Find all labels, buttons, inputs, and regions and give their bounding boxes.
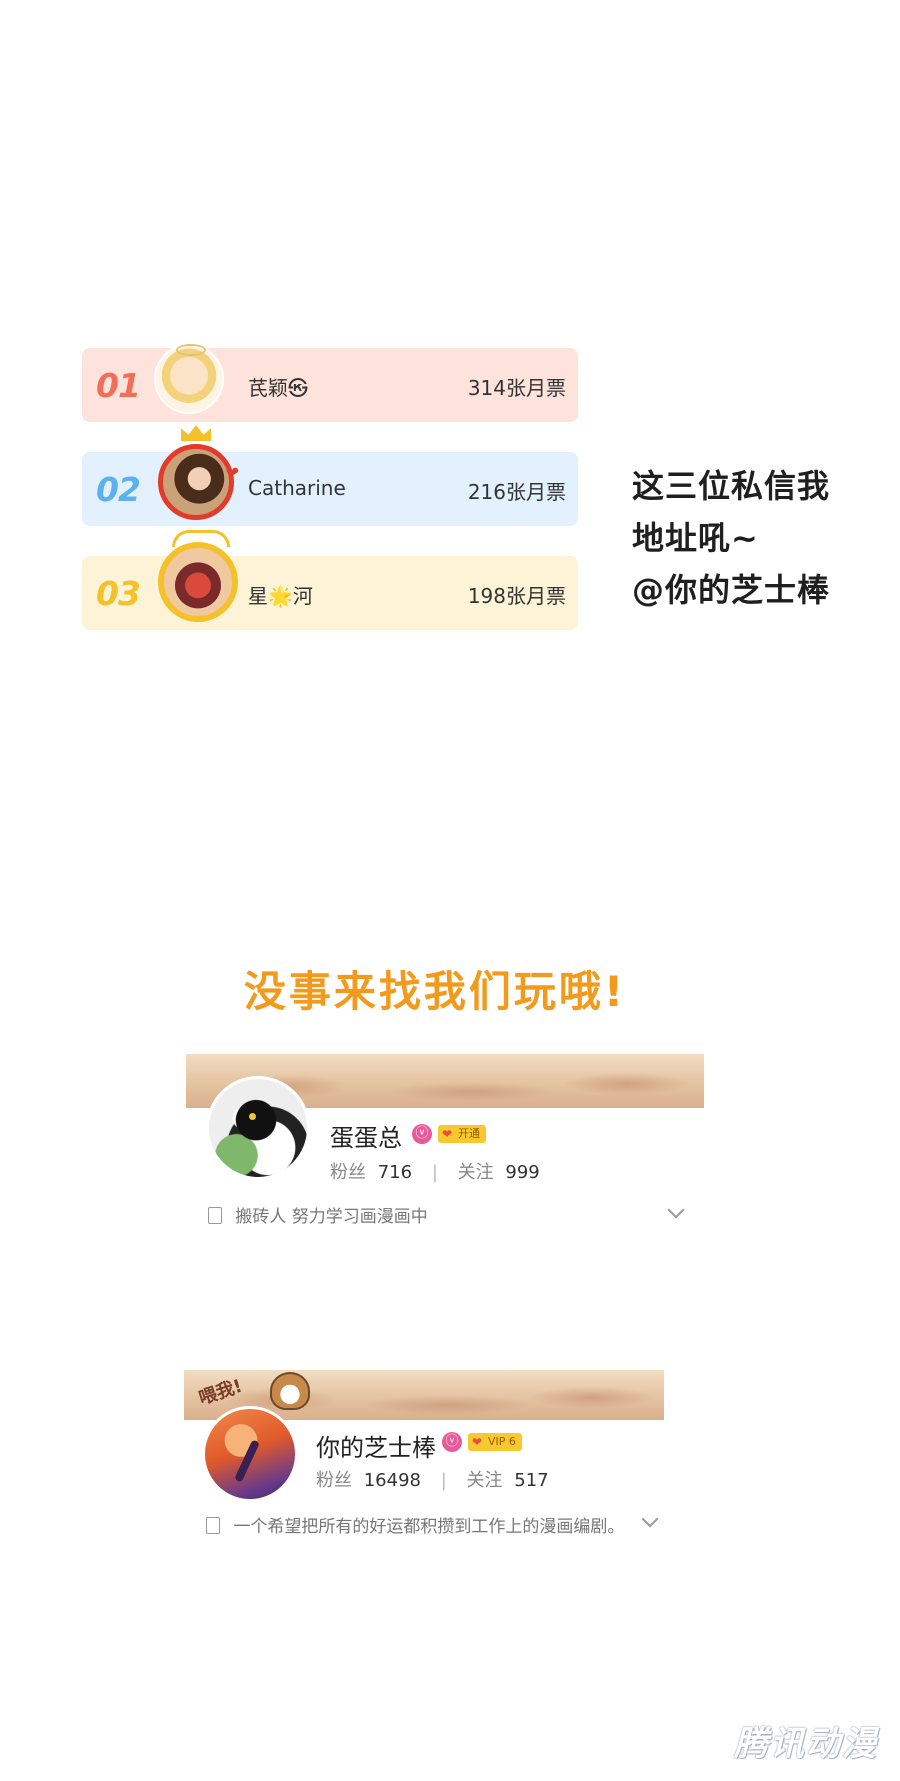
verified-icon: ⓥ — [412, 1124, 432, 1144]
user-stats: 粉丝 716 | 关注 999 — [330, 1158, 540, 1184]
rank-row-2[interactable]: 02 ❤ Catharine 216张月票 — [82, 425, 578, 526]
follow-label: 关注 — [466, 1470, 503, 1491]
follow-count[interactable]: 517 — [514, 1470, 548, 1491]
fans-label: 粉丝 — [316, 1470, 352, 1491]
profile-card-1[interactable]: 蛋蛋总 ⓥ 开通 粉丝 716 | 关注 999 搬砖人 努力学习画漫画中 — [186, 1054, 704, 1234]
fans-label: 粉丝 — [330, 1162, 366, 1183]
follow-label: 关注 — [457, 1162, 494, 1183]
bio-text: 一个希望把所有的好运都积攒到工作上的漫画编剧。 — [233, 1517, 625, 1537]
avatar[interactable]: ❤ — [158, 425, 239, 520]
halo-icon — [176, 344, 206, 356]
document-icon — [208, 1207, 222, 1224]
user-name: 芪颖㉿ — [248, 376, 308, 400]
figure-icon — [234, 1439, 260, 1483]
document-icon — [206, 1517, 220, 1534]
bio-text: 搬砖人 努力学习画漫画中 — [235, 1207, 428, 1227]
chevron-down-icon[interactable] — [641, 1510, 659, 1528]
rank-number: 01 — [96, 366, 141, 405]
profile-card-2[interactable]: 喂我! 你的芝士棒 ⓥ VIP 6 粉丝 16498 | 关注 517 一个希望… — [184, 1370, 664, 1540]
ox-horns-icon — [172, 530, 230, 547]
vip-badge[interactable]: 开通 — [438, 1125, 486, 1143]
vote-count: 198张月票 — [467, 584, 566, 608]
user-bio: 一个希望把所有的好运都积攒到工作上的漫画编剧。 — [206, 1512, 624, 1537]
vote-count: 314张月票 — [467, 376, 566, 400]
divider: | — [440, 1470, 447, 1491]
fans-count[interactable]: 16498 — [364, 1470, 421, 1491]
avatar[interactable] — [154, 344, 224, 414]
chevron-down-icon[interactable] — [667, 1201, 685, 1219]
user-bio: 搬砖人 努力学习画漫画中 — [208, 1202, 428, 1227]
fans-count[interactable]: 716 — [378, 1162, 412, 1183]
avatar[interactable] — [206, 1076, 310, 1180]
dog-icon — [270, 1372, 310, 1410]
cat-eye-icon — [249, 1113, 256, 1120]
heart-icon: ❤ — [225, 463, 239, 482]
crown-icon — [181, 425, 211, 441]
banner-title: 没事来找我们玩哦! — [243, 967, 627, 1016]
side-note: 这三位私信我 地址吼~ @你的芝士棒 — [632, 467, 831, 609]
divider: | — [431, 1162, 438, 1183]
avatar[interactable] — [202, 1406, 298, 1502]
rank-number: 03 — [96, 574, 141, 613]
rank-row-3[interactable]: 03 星🌟河 198张月票 — [82, 530, 578, 630]
watermark-logo: 腾讯动漫 — [734, 1724, 878, 1764]
user-stats: 粉丝 16498 | 关注 517 — [316, 1466, 549, 1492]
vote-count: 216张月票 — [467, 480, 566, 504]
rank-number: 02 — [96, 470, 141, 509]
user-name: Catharine — [248, 476, 346, 500]
user-name: 蛋蛋总 — [330, 1124, 402, 1152]
rank-row-1[interactable]: 01 芪颖㉿ 314张月票 — [82, 344, 578, 422]
user-name: 你的芝士棒 — [316, 1434, 436, 1462]
follow-count[interactable]: 999 — [505, 1162, 539, 1183]
verified-icon: ⓥ — [442, 1432, 462, 1452]
user-name: 星🌟河 — [248, 584, 313, 608]
avatar[interactable] — [158, 530, 238, 622]
vip-badge[interactable]: VIP 6 — [468, 1433, 522, 1451]
